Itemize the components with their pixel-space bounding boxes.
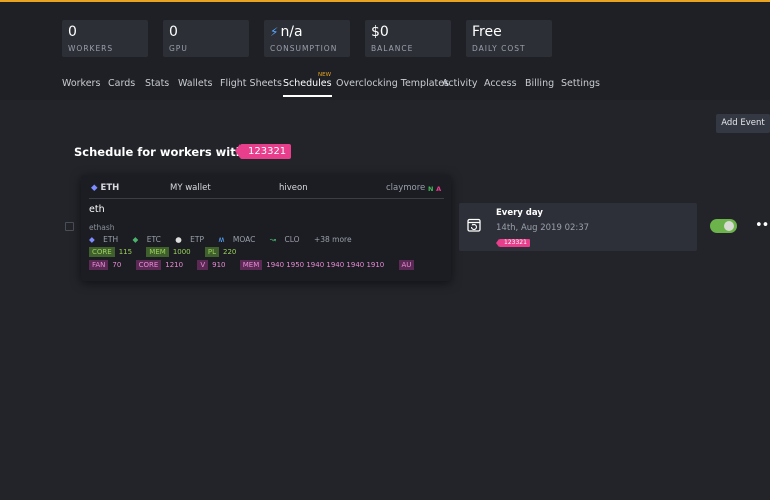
stat-label: DAILY COST bbox=[472, 44, 526, 53]
coin-label: ETC bbox=[146, 235, 161, 244]
stat-value: 0 bbox=[68, 24, 77, 40]
coin-label: ETP bbox=[190, 235, 204, 244]
stat-value: n/a bbox=[280, 24, 303, 40]
toggle-knob bbox=[724, 221, 734, 231]
tab-stats[interactable]: Stats bbox=[145, 78, 169, 89]
pool-name: hiveon bbox=[279, 183, 308, 193]
callisto-icon: ↝ bbox=[269, 235, 277, 244]
coin-item: ↝ CLO bbox=[270, 235, 306, 244]
oc-label: V bbox=[197, 260, 209, 270]
oc-value: 1210 bbox=[165, 261, 184, 269]
tab-flight-sheets[interactable]: Flight Sheets bbox=[220, 78, 282, 89]
metaverse-icon: ● bbox=[175, 235, 182, 244]
coin-item: ● ETP bbox=[175, 235, 210, 244]
oc-label: CORE bbox=[135, 260, 162, 270]
active-tab-underline bbox=[283, 95, 332, 97]
tab-cards[interactable]: Cards bbox=[108, 78, 135, 89]
stat-gpu: 0 GPU bbox=[163, 20, 249, 57]
wallet-name: MY wallet bbox=[170, 183, 211, 193]
moac-icon: ʍ bbox=[218, 235, 225, 244]
oc-row-1: CORE 115 MEM 1000 PL 220 bbox=[89, 247, 248, 257]
event-tag-badge: 123321 bbox=[496, 239, 530, 247]
oc-row-2: FAN 70 CORE 1210 V 910 MEM 1940 1950 1940 19… bbox=[89, 260, 418, 270]
oc-value: 1000 bbox=[172, 248, 191, 256]
tab-schedules[interactable]: Schedules bbox=[283, 78, 332, 97]
tab-settings[interactable]: Settings bbox=[561, 78, 600, 89]
oc-label: FAN bbox=[89, 260, 109, 270]
flight-sheet-name: eth bbox=[89, 204, 105, 215]
oc-value: 115 bbox=[118, 248, 133, 256]
oc-value: 1940 1950 1940 1940 1940 1910 bbox=[266, 261, 385, 269]
flight-sheet-card: ◆ ETH MY wallet hiveon claymore N A eth … bbox=[81, 175, 451, 281]
algorithm: ethash bbox=[89, 223, 115, 232]
coin-list: ◆ ETH ◆ ETC ● ETP ʍ MOAC ↝ CLO +38 more bbox=[89, 235, 358, 244]
oc-value: 70 bbox=[112, 261, 122, 269]
worker-tag-badge: 123321 bbox=[234, 144, 292, 159]
coin-item: ◆ ETC bbox=[133, 235, 167, 244]
more-coins-link[interactable]: +38 more bbox=[314, 235, 352, 244]
event-card[interactable]: Every day 14th, Aug 2019 02:37 123321 bbox=[459, 203, 697, 251]
lightning-icon: ⚡ bbox=[270, 25, 279, 39]
stat-daily-cost: Free DAILY COST bbox=[466, 20, 552, 57]
coin-name: ETH bbox=[100, 183, 120, 193]
coin-item: ʍ MOAC bbox=[218, 235, 261, 244]
tab-access[interactable]: Access bbox=[484, 78, 517, 89]
tab-billing[interactable]: Billing bbox=[525, 78, 554, 89]
tab-overclocking-templates[interactable]: Overclocking Templates bbox=[336, 78, 449, 89]
stat-label: CONSUMPTION bbox=[270, 44, 338, 53]
stat-value: Free bbox=[472, 24, 502, 40]
coin-item: ◆ ETH bbox=[89, 235, 124, 244]
event-enabled-toggle[interactable] bbox=[710, 219, 737, 233]
flight-sheet-header: ◆ ETH MY wallet hiveon claymore N A bbox=[89, 181, 444, 199]
nvidia-flag: N bbox=[428, 185, 434, 193]
coin-label: CLO bbox=[284, 235, 300, 244]
schedule-refresh-icon bbox=[467, 218, 481, 232]
oc-label: CORE bbox=[89, 247, 115, 257]
amd-flag: A bbox=[436, 185, 442, 193]
miner-flags: N A bbox=[428, 184, 441, 194]
ethereum-icon: ◆ bbox=[91, 183, 98, 193]
select-checkbox[interactable] bbox=[65, 222, 74, 231]
more-options-icon[interactable]: ••• bbox=[755, 218, 770, 233]
event-title: Every day bbox=[496, 208, 543, 218]
tab-activity[interactable]: Activity bbox=[442, 78, 478, 89]
coin-cell: ◆ ETH bbox=[91, 183, 119, 193]
event-date: 14th, Aug 2019 02:37 bbox=[496, 223, 590, 233]
stat-consumption: ⚡ n/a CONSUMPTION bbox=[264, 20, 350, 57]
stat-workers: 0 WORKERS bbox=[62, 20, 148, 57]
miner-name: claymore bbox=[386, 183, 426, 193]
oc-value: 910 bbox=[212, 261, 226, 269]
new-badge: NEW bbox=[318, 72, 332, 78]
tab-label: Schedules bbox=[283, 78, 332, 89]
stat-value: 0 bbox=[169, 24, 178, 40]
stat-label: BALANCE bbox=[371, 44, 414, 53]
stat-label: GPU bbox=[169, 44, 188, 53]
oc-label: PL bbox=[204, 247, 219, 257]
ethereum-icon: ◆ bbox=[89, 235, 95, 244]
oc-label: MEM bbox=[146, 247, 169, 257]
coin-label: MOAC bbox=[232, 235, 256, 244]
add-event-button[interactable]: Add Event bbox=[716, 114, 770, 133]
ethereum-classic-icon: ◆ bbox=[132, 235, 139, 244]
oc-label: MEM bbox=[239, 260, 263, 270]
stat-label: WORKERS bbox=[68, 44, 114, 53]
stat-value-wrap: ⚡ n/a bbox=[270, 24, 303, 40]
stat-balance: $0 BALANCE bbox=[365, 20, 451, 57]
tab-workers[interactable]: Workers bbox=[62, 78, 100, 89]
coin-label: ETH bbox=[103, 235, 119, 244]
oc-label: AU bbox=[398, 260, 415, 270]
tab-wallets[interactable]: Wallets bbox=[178, 78, 212, 89]
oc-value: 220 bbox=[223, 248, 237, 256]
stat-value: $0 bbox=[371, 24, 389, 40]
